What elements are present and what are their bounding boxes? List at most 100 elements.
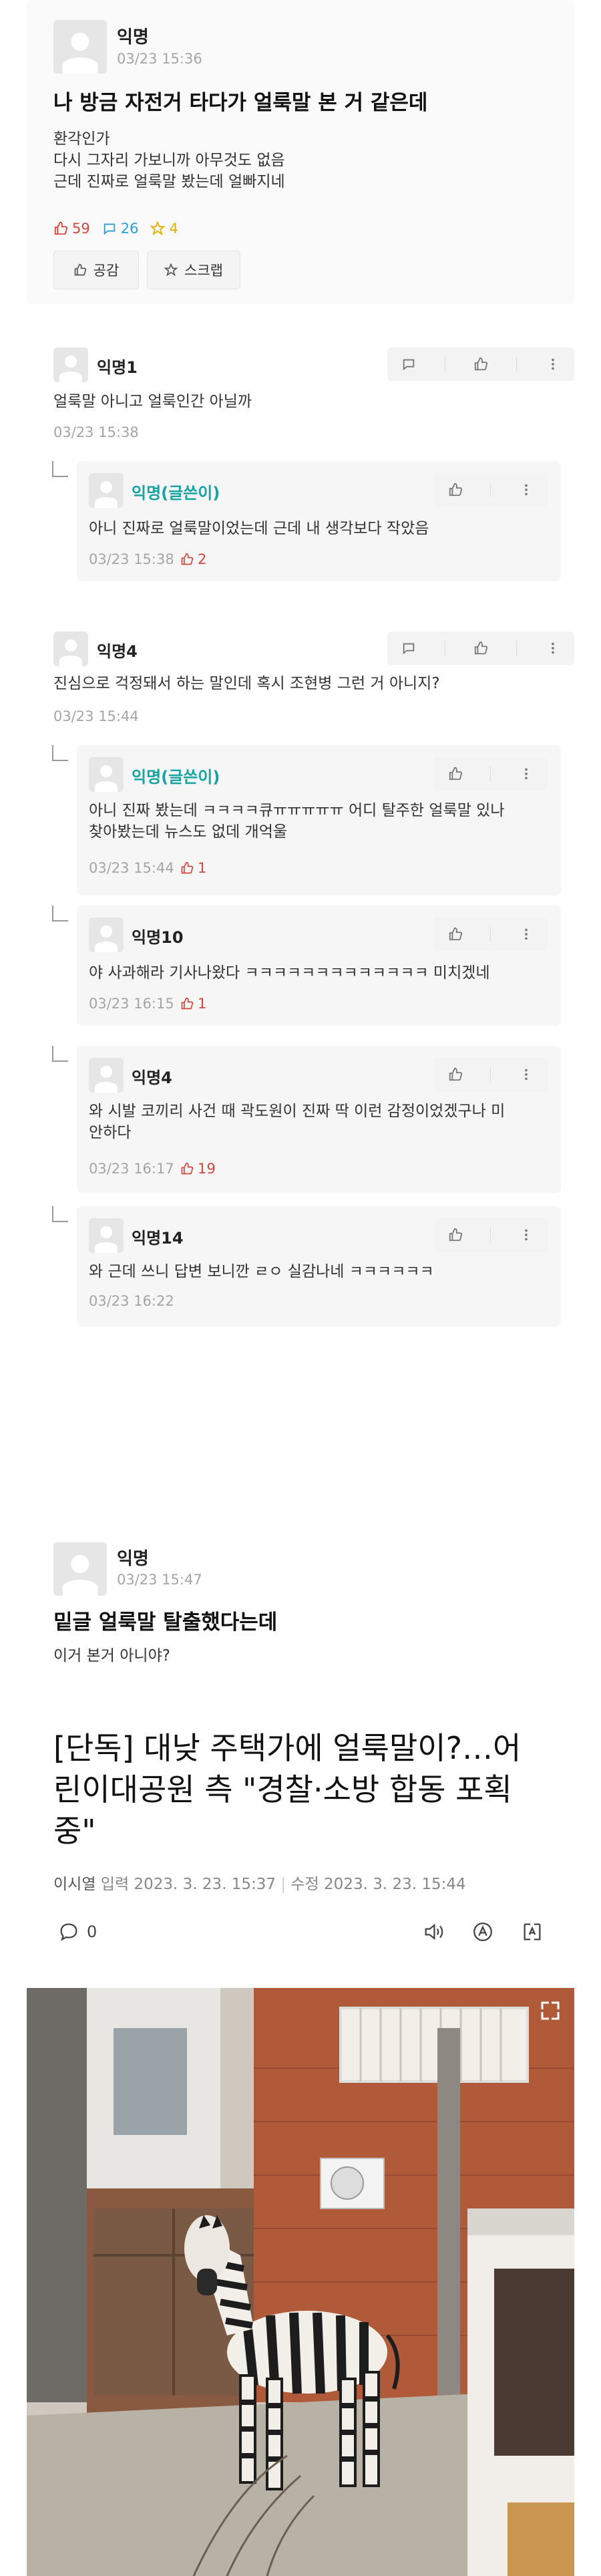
reply-text: 아니 진짜 봤는데 ㅋㅋㅋㅋ큐ㅠㅠㅠㅠㅠ 어디 탈주한 얼룩말 있나 찾아봤는데… <box>89 802 505 841</box>
avatar <box>89 1218 124 1253</box>
thumbs-up-icon <box>181 553 194 565</box>
reply-like-count: 1 <box>180 860 206 876</box>
reply-arrow-icon <box>52 745 68 761</box>
comment-actions <box>387 631 574 665</box>
avatar <box>89 1058 124 1093</box>
author-name: 익명 <box>117 27 149 47</box>
star-icon <box>150 221 166 236</box>
edit-time: 2023. 3. 23. 15:44 <box>324 1876 466 1893</box>
avatar <box>89 757 124 792</box>
speaker-icon[interactable] <box>418 1916 449 1947</box>
reply-like-count: 19 <box>180 1161 216 1177</box>
reply: 익명14 와 근데 쓰니 답변 보니깐 ㄹㅇ 실감나네 ㅋㅋㅋㅋㅋㅋ 03/23… <box>77 1206 561 1326</box>
comment-author: 익명1 <box>97 358 138 377</box>
comment-text: 진심으로 걱정돼서 하는 말인데 혹시 조현병 그런 거 아니지? <box>53 675 440 692</box>
font-size-icon[interactable] <box>467 1916 498 1947</box>
article-title: [단독] 대낮 주택가에 얼룩말이?…어린이대공원 측 "경찰·소방 합동 포획… <box>53 1730 522 1849</box>
reply-author: 익명14 <box>132 1229 184 1248</box>
reply-time: 03/23 16:15 <box>89 996 174 1012</box>
reply-actions <box>434 1058 548 1091</box>
reply: 익명(글쓴이) 아니 진짜 봤는데 ㅋㅋㅋㅋ큐ㅠㅠㅠㅠㅠ 어디 탈주한 얼룩말 … <box>77 745 561 895</box>
speech-bubble-icon[interactable] <box>53 1916 84 1947</box>
article-toolbar: 0 <box>53 1916 548 1947</box>
avatar <box>89 917 124 952</box>
speech-bubble-icon <box>104 223 115 235</box>
post-body: 이거 본거 아니야? <box>53 1647 170 1665</box>
reply-like-count: 1 <box>180 996 206 1012</box>
comment-time: 03/23 15:44 <box>53 708 139 724</box>
reply-time: 03/23 15:38 <box>89 551 174 567</box>
input-time: 2023. 3. 23. 15:37 <box>134 1876 276 1893</box>
avatar <box>53 20 107 74</box>
speech-bubble-icon[interactable] <box>401 357 416 372</box>
thumbs-up-icon <box>181 861 194 874</box>
thumbs-up-icon[interactable] <box>473 641 488 656</box>
reply-time: 03/23 16:22 <box>89 1293 174 1309</box>
comment-author: 익명4 <box>97 642 138 661</box>
reply-text: 와 근데 쓰니 답변 보니깐 ㄹㅇ 실감나네 ㅋㅋㅋㅋㅋㅋ <box>89 1263 434 1280</box>
comment-time: 03/23 15:38 <box>53 424 139 440</box>
thumbs-up-icon[interactable] <box>448 1067 463 1082</box>
reply-text: 아니 진짜로 얼룩말이었는데 근데 내 생각보다 작았음 <box>89 520 429 537</box>
post-stats: 59 26 4 <box>53 221 178 237</box>
thumbs-up-icon[interactable] <box>473 357 488 372</box>
like-button[interactable]: 공감 <box>53 251 139 289</box>
post-card: 익명 03/23 15:36 나 방금 자전거 타다가 얼룩말 본 거 같은데 … <box>27 0 574 304</box>
thumbs-up-icon <box>54 221 68 235</box>
post-card: 익명 03/23 15:47 밑글 얼룩말 탈출했다는데 이거 본거 아니야? <box>27 1530 574 1691</box>
comment-count: 26 <box>102 221 138 237</box>
reply-actions <box>434 757 548 791</box>
reply-author: 익명4 <box>132 1068 172 1087</box>
reply-time: 03/23 15:44 <box>89 860 174 876</box>
post-time: 03/23 15:47 <box>117 1572 202 1588</box>
author-name: 익명 <box>117 1549 149 1569</box>
article-comment-count: 0 <box>87 1922 97 1941</box>
more-icon[interactable] <box>546 641 560 656</box>
post-title: 밑글 얼룩말 탈출했다는데 <box>53 1610 278 1634</box>
comment-actions <box>387 347 574 381</box>
zebra-photo <box>27 1988 574 2576</box>
reply-actions <box>434 1218 548 1252</box>
thumbs-up-icon[interactable] <box>448 766 463 781</box>
reporter-name: 이시열 <box>53 1876 96 1893</box>
more-icon[interactable] <box>519 766 534 781</box>
reply-actions <box>434 473 548 507</box>
reply-arrow-icon <box>52 1046 68 1062</box>
translate-icon[interactable] <box>517 1916 548 1947</box>
scrap-button[interactable]: 스크랩 <box>147 251 240 289</box>
more-icon[interactable] <box>519 1067 534 1082</box>
thumbs-up-icon[interactable] <box>448 482 463 497</box>
comment-text: 얼룩말 아니고 얼룩인간 아닐까 <box>53 393 252 410</box>
thumbs-up-icon[interactable] <box>448 1228 463 1242</box>
more-icon[interactable] <box>519 482 534 497</box>
reply-author: 익명(글쓴이) <box>132 484 220 503</box>
post-title: 나 방금 자전거 타다가 얼룩말 본 거 같은데 <box>53 91 428 115</box>
more-icon[interactable] <box>546 357 560 372</box>
star-icon <box>164 263 178 277</box>
reply: 익명(글쓴이) 아니 진짜로 얼룩말이었는데 근데 내 생각보다 작았음 03/… <box>77 461 561 581</box>
more-icon[interactable] <box>519 927 534 942</box>
like-count: 59 <box>53 221 90 237</box>
avatar <box>53 631 88 666</box>
reply-arrow-icon <box>52 1206 68 1222</box>
reply-author: 익명10 <box>132 928 184 947</box>
thumbs-up-icon <box>74 263 86 276</box>
reply-arrow-icon <box>52 905 68 921</box>
avatar <box>53 1542 107 1596</box>
thumbs-up-icon[interactable] <box>448 927 463 942</box>
reply-actions <box>434 917 548 951</box>
avatar <box>89 473 124 508</box>
speech-bubble-icon[interactable] <box>401 641 416 656</box>
reply: 익명4 와 시발 코끼리 사건 때 곽도원이 진짜 딱 이런 감정이었겠구나 미… <box>77 1046 561 1193</box>
scrap-count: 4 <box>150 221 178 237</box>
post-time: 03/23 15:36 <box>117 51 202 67</box>
comment: 익명1 얼룩말 아니고 얼룩인간 아닐까 03/23 15:38 <box>27 341 574 448</box>
reply: 익명10 야 사과해라 기사나왔다 ㅋㅋㅋㅋㅋㅋㅋㅋㅋㅋㅋㅋㅋ 미치겠네 03/… <box>77 905 561 1026</box>
avatar <box>53 347 88 382</box>
reply-text: 와 시발 코끼리 사건 때 곽도원이 진짜 딱 이런 감정이었겠구나 미 안하다 <box>89 1103 506 1141</box>
thumbs-up-icon <box>181 997 194 1010</box>
article-byline: 이시열 입력 2023. 3. 23. 15:37 | 수정 2023. 3. … <box>53 1876 466 1893</box>
more-icon[interactable] <box>519 1228 534 1242</box>
reply-arrow-icon <box>52 461 68 477</box>
reply-text: 야 사과해라 기사나왔다 ㅋㅋㅋㅋㅋㅋㅋㅋㅋㅋㅋㅋㅋ 미치겠네 <box>89 964 490 982</box>
